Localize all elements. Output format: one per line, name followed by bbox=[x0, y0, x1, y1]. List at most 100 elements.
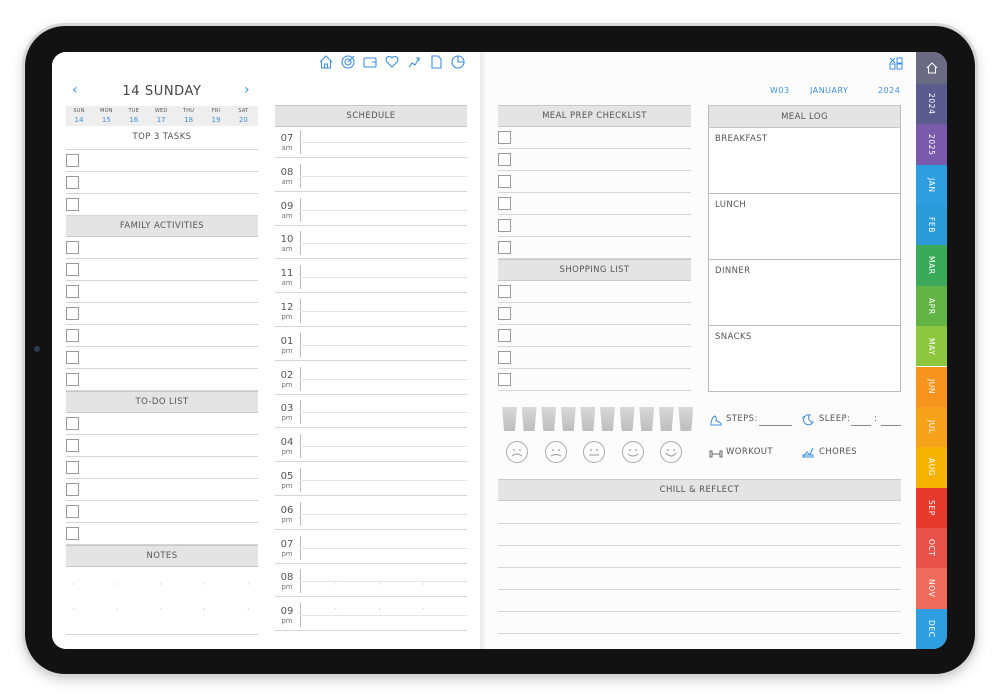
reflect-line[interactable] bbox=[498, 611, 901, 612]
meal-prep-checkbox[interactable] bbox=[498, 131, 511, 144]
month-link[interactable]: JANUARY bbox=[810, 86, 848, 95]
steps-field[interactable] bbox=[759, 425, 792, 426]
weekday-date[interactable]: 15 bbox=[93, 116, 119, 124]
water-glass-icon[interactable] bbox=[502, 407, 517, 431]
shopping-checkbox[interactable] bbox=[498, 351, 511, 364]
shopping-checkbox[interactable] bbox=[498, 373, 511, 386]
water-glass-icon[interactable] bbox=[678, 407, 694, 431]
tab-oct[interactable]: OCT bbox=[916, 527, 947, 569]
layout-grid-icon[interactable] bbox=[889, 56, 903, 70]
tab-nov[interactable]: NOV bbox=[916, 568, 947, 609]
schedule-slot[interactable] bbox=[300, 378, 467, 380]
schedule-slot[interactable] bbox=[300, 615, 467, 617]
family-activity-checkbox[interactable] bbox=[66, 307, 79, 320]
todo-checkbox[interactable] bbox=[66, 527, 79, 540]
water-glass-icon[interactable] bbox=[541, 407, 557, 431]
schedule-slot[interactable] bbox=[300, 446, 467, 448]
weekday-date[interactable]: 16 bbox=[121, 116, 147, 124]
water-glass-icon[interactable] bbox=[639, 407, 655, 431]
tab-jun[interactable]: JUN bbox=[916, 366, 947, 407]
sleep-hours-field[interactable] bbox=[851, 425, 871, 426]
shopping-checkbox[interactable] bbox=[498, 307, 511, 320]
tab-feb[interactable]: FEB bbox=[916, 205, 947, 246]
sleep-minutes-field[interactable] bbox=[881, 425, 901, 426]
family-activity-checkbox[interactable] bbox=[66, 285, 79, 298]
tab-jul[interactable]: JUL bbox=[916, 406, 947, 448]
sad-face-icon[interactable] bbox=[544, 441, 567, 463]
tab-aug[interactable]: AUG bbox=[916, 447, 947, 488]
reflect-line[interactable] bbox=[498, 633, 901, 634]
schedule-slot[interactable] bbox=[300, 175, 467, 177]
home-tab[interactable] bbox=[916, 52, 947, 84]
pie-chart-icon[interactable] bbox=[450, 54, 466, 70]
meal-prep-checkbox[interactable] bbox=[498, 153, 511, 166]
schedule-slot[interactable] bbox=[300, 480, 467, 481]
family-activity-checkbox[interactable] bbox=[66, 241, 79, 254]
weekday-date[interactable]: 19 bbox=[203, 116, 229, 124]
tab-2024[interactable]: 2024 bbox=[916, 84, 947, 125]
schedule-slot[interactable] bbox=[300, 581, 467, 583]
todo-checkbox[interactable] bbox=[66, 505, 79, 518]
family-activity-checkbox[interactable] bbox=[66, 373, 79, 386]
week-number[interactable]: W03 bbox=[770, 86, 790, 95]
todo-checkbox[interactable] bbox=[66, 483, 79, 496]
tab-mar[interactable]: MAR bbox=[916, 245, 947, 286]
water-glass-icon[interactable] bbox=[560, 407, 576, 431]
water-glass-icon[interactable] bbox=[580, 407, 596, 431]
workout-label[interactable]: WORKOUT bbox=[726, 447, 773, 457]
very-happy-face-icon[interactable] bbox=[660, 441, 682, 463]
schedule-slot[interactable] bbox=[300, 209, 467, 211]
tab-sep[interactable]: SEP bbox=[916, 487, 947, 528]
happy-face-icon[interactable] bbox=[621, 441, 644, 463]
family-activity-checkbox[interactable] bbox=[66, 329, 79, 342]
target-icon[interactable] bbox=[340, 54, 356, 70]
note-icon[interactable] bbox=[428, 54, 444, 70]
schedule-slot[interactable] bbox=[300, 142, 467, 143]
weekday-date[interactable]: 14 bbox=[66, 116, 92, 124]
home-icon[interactable] bbox=[318, 54, 334, 70]
next-day-button[interactable]: › bbox=[244, 82, 250, 98]
fitness-icon[interactable] bbox=[406, 54, 422, 70]
water-glass-icon[interactable] bbox=[658, 407, 674, 431]
water-glass-icon[interactable] bbox=[619, 407, 635, 431]
reflect-line[interactable] bbox=[498, 567, 901, 568]
very-sad-face-icon[interactable] bbox=[506, 441, 528, 463]
tab-may[interactable]: MAY bbox=[916, 326, 947, 367]
meal-prep-checkbox[interactable] bbox=[498, 241, 511, 254]
wallet-icon[interactable] bbox=[362, 54, 378, 70]
schedule-slot[interactable] bbox=[300, 513, 467, 515]
chores-label[interactable]: CHORES bbox=[819, 447, 857, 457]
year-link[interactable]: 2024 bbox=[878, 86, 900, 95]
todo-checkbox[interactable] bbox=[66, 461, 79, 474]
reflect-line[interactable] bbox=[498, 589, 901, 590]
tab-2025[interactable]: 2025 bbox=[916, 124, 947, 165]
family-activity-checkbox[interactable] bbox=[66, 351, 79, 364]
schedule-slot[interactable] bbox=[300, 277, 467, 279]
meal-prep-checkbox[interactable] bbox=[498, 175, 511, 188]
meal-prep-checkbox[interactable] bbox=[498, 219, 511, 232]
reflect-line[interactable] bbox=[498, 545, 901, 546]
neutral-face-icon[interactable] bbox=[583, 441, 605, 463]
schedule-slot[interactable] bbox=[300, 243, 467, 245]
family-activity-checkbox[interactable] bbox=[66, 263, 79, 276]
schedule-slot[interactable] bbox=[300, 311, 467, 312]
weekday-date[interactable]: 17 bbox=[148, 116, 174, 124]
schedule-slot[interactable] bbox=[300, 412, 467, 414]
weekday-date[interactable]: 20 bbox=[230, 116, 256, 124]
tab-apr[interactable]: APR bbox=[916, 285, 947, 327]
top-task-checkbox[interactable] bbox=[66, 176, 79, 189]
prev-day-button[interactable]: ‹ bbox=[72, 82, 78, 98]
top-task-checkbox[interactable] bbox=[66, 198, 79, 211]
meal-prep-checkbox[interactable] bbox=[498, 197, 511, 210]
weekday-date[interactable]: 18 bbox=[176, 116, 202, 124]
todo-checkbox[interactable] bbox=[66, 439, 79, 452]
todo-checkbox[interactable] bbox=[66, 417, 79, 430]
shopping-checkbox[interactable] bbox=[498, 285, 511, 298]
heart-icon[interactable] bbox=[384, 54, 400, 70]
notes-dot-row[interactable]: · · · · · · · · · bbox=[72, 605, 444, 615]
reflect-line[interactable] bbox=[498, 523, 901, 524]
water-glass-icon[interactable] bbox=[521, 407, 537, 431]
schedule-slot[interactable] bbox=[300, 344, 467, 346]
top-task-checkbox[interactable] bbox=[66, 154, 79, 167]
water-glass-icon[interactable] bbox=[600, 407, 615, 431]
